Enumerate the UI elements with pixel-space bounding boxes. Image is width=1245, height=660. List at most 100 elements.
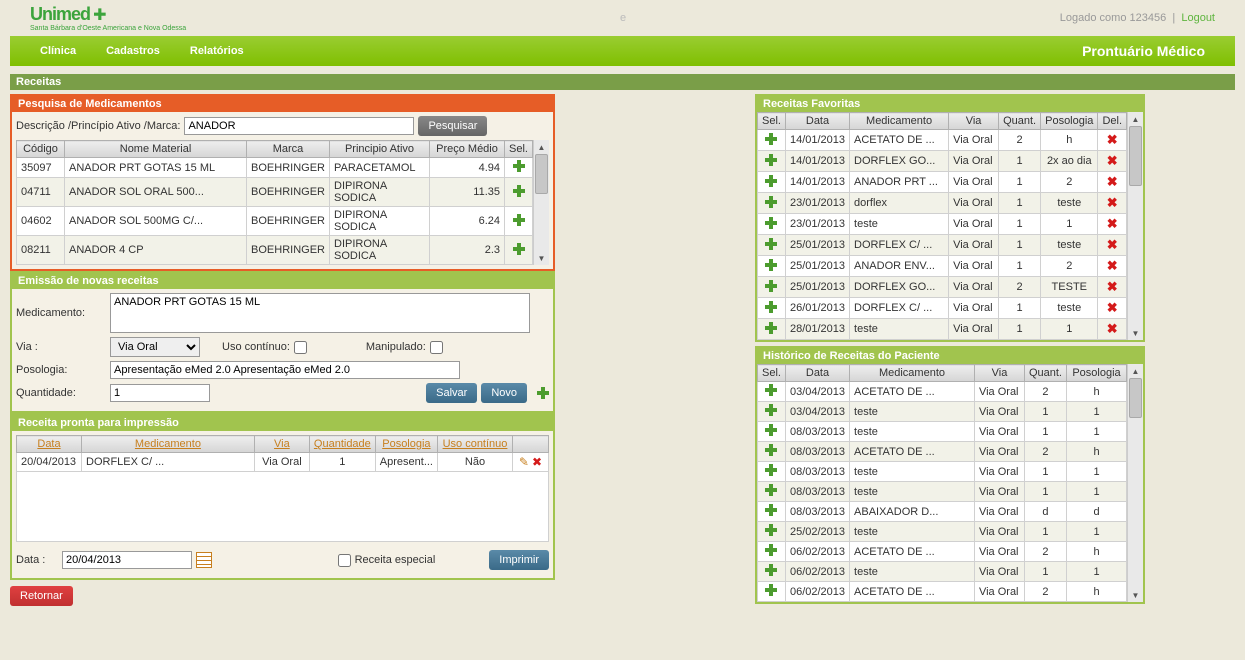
salvar-button[interactable]: Salvar bbox=[426, 383, 477, 403]
plus-icon[interactable] bbox=[765, 544, 777, 556]
delete-icon[interactable]: ✖ bbox=[1107, 195, 1118, 210]
plus-icon[interactable] bbox=[765, 444, 777, 456]
fav-col-data[interactable]: Data bbox=[785, 113, 849, 130]
col-nome[interactable]: Nome Material bbox=[65, 141, 247, 158]
fav-col-qtd[interactable]: Quant. bbox=[999, 113, 1041, 130]
table-row[interactable]: 08/03/2013testeVia Oral11 bbox=[758, 482, 1127, 502]
imprimir-button[interactable]: Imprimir bbox=[489, 550, 549, 570]
table-row[interactable]: 14/01/2013ANADOR PRT ...Via Oral12✖ bbox=[758, 172, 1127, 193]
table-row[interactable]: 06/02/2013ACETATO DE ...Via Oral2h bbox=[758, 542, 1127, 562]
plus-icon[interactable] bbox=[765, 424, 777, 436]
med-textarea[interactable]: ANADOR PRT GOTAS 15 ML bbox=[110, 293, 530, 333]
fav-col-via[interactable]: Via bbox=[949, 113, 999, 130]
plus-icon[interactable] bbox=[765, 196, 777, 208]
plus-icon[interactable] bbox=[765, 484, 777, 496]
table-row[interactable]: 04711ANADOR SOL ORAL 500...BOEHRINGERDIP… bbox=[17, 178, 533, 207]
hist-col-qtd[interactable]: Quant. bbox=[1024, 365, 1066, 382]
table-row[interactable]: 28/01/2013testeVia Oral11✖ bbox=[758, 319, 1127, 340]
plus-icon[interactable] bbox=[765, 280, 777, 292]
table-row[interactable]: 25/01/2013ANADOR ENV...Via Oral12✖ bbox=[758, 256, 1127, 277]
pesquisar-button[interactable]: Pesquisar bbox=[418, 116, 487, 136]
plus-icon[interactable] bbox=[765, 464, 777, 476]
table-row[interactable]: 03/04/2013ACETATO DE ...Via Oral2h bbox=[758, 382, 1127, 402]
table-row[interactable]: 25/01/2013DORFLEX C/ ...Via Oral1teste✖ bbox=[758, 235, 1127, 256]
delete-icon[interactable]: ✖ bbox=[1107, 216, 1118, 231]
fav-col-pos[interactable]: Posologia bbox=[1041, 113, 1098, 130]
table-row[interactable]: 08/03/2013ABAIXADOR D...Via Oraldd bbox=[758, 502, 1127, 522]
hist-col-data[interactable]: Data bbox=[785, 365, 849, 382]
hist-col-pos[interactable]: Posologia bbox=[1067, 365, 1127, 382]
col-med[interactable]: Medicamento bbox=[82, 436, 255, 453]
table-row[interactable]: 08/03/2013testeVia Oral11 bbox=[758, 422, 1127, 442]
plus-icon[interactable] bbox=[513, 214, 525, 226]
especial-checkbox[interactable] bbox=[338, 554, 351, 567]
plus-icon[interactable] bbox=[765, 238, 777, 250]
add-icon[interactable] bbox=[537, 387, 549, 399]
plus-icon[interactable] bbox=[765, 154, 777, 166]
uso-checkbox[interactable] bbox=[294, 341, 307, 354]
table-row[interactable]: 04602ANADOR SOL 500MG C/...BOEHRINGERDIP… bbox=[17, 207, 533, 236]
fav-scrollbar[interactable]: ▲ ▼ bbox=[1127, 112, 1143, 340]
plus-icon[interactable] bbox=[765, 384, 777, 396]
delete-icon[interactable]: ✖ bbox=[1107, 300, 1118, 315]
col-data[interactable]: Data bbox=[17, 436, 82, 453]
fav-col-med[interactable]: Medicamento bbox=[850, 113, 949, 130]
table-row[interactable]: 08211ANADOR 4 CPBOEHRINGERDIPIRONA SODIC… bbox=[17, 236, 533, 265]
plus-icon[interactable] bbox=[765, 322, 777, 334]
data-input[interactable] bbox=[62, 551, 192, 569]
menu-cadastros[interactable]: Cadastros bbox=[106, 45, 160, 57]
logout-link[interactable]: Logout bbox=[1181, 12, 1215, 24]
delete-icon[interactable]: ✖ bbox=[1107, 132, 1118, 147]
plus-icon[interactable] bbox=[513, 243, 525, 255]
plus-icon[interactable] bbox=[765, 404, 777, 416]
search-scrollbar[interactable]: ▲ ▼ bbox=[533, 140, 549, 265]
plus-icon[interactable] bbox=[765, 133, 777, 145]
plus-icon[interactable] bbox=[765, 564, 777, 576]
qtd-input[interactable] bbox=[110, 384, 210, 402]
edit-icon[interactable]: ✎ bbox=[519, 455, 529, 469]
col-pos[interactable]: Posologia bbox=[375, 436, 437, 453]
menu-clinica[interactable]: Clínica bbox=[40, 45, 76, 57]
col-via[interactable]: Via bbox=[254, 436, 309, 453]
delete-icon[interactable]: ✖ bbox=[1107, 258, 1118, 273]
delete-icon[interactable]: ✖ bbox=[1107, 321, 1118, 336]
table-row[interactable]: 26/01/2013DORFLEX C/ ...Via Oral1teste✖ bbox=[758, 298, 1127, 319]
plus-icon[interactable] bbox=[765, 175, 777, 187]
hist-col-med[interactable]: Medicamento bbox=[850, 365, 975, 382]
table-row[interactable]: 23/01/2013dorflexVia Oral1teste✖ bbox=[758, 193, 1127, 214]
delete-icon[interactable]: ✖ bbox=[532, 455, 542, 469]
table-row[interactable]: 23/01/2013testeVia Oral11✖ bbox=[758, 214, 1127, 235]
menu-relatorios[interactable]: Relatórios bbox=[190, 45, 244, 57]
col-codigo[interactable]: Código bbox=[17, 141, 65, 158]
retornar-button[interactable]: Retornar bbox=[10, 586, 73, 606]
table-row[interactable]: 25/01/2013DORFLEX GO...Via Oral2TESTE✖ bbox=[758, 277, 1127, 298]
plus-icon[interactable] bbox=[513, 160, 525, 172]
table-row[interactable]: 14/01/2013ACETATO DE ...Via Oral2h✖ bbox=[758, 130, 1127, 151]
hist-col-via[interactable]: Via bbox=[974, 365, 1024, 382]
calendar-icon[interactable] bbox=[196, 552, 212, 568]
plus-icon[interactable] bbox=[765, 301, 777, 313]
plus-icon[interactable] bbox=[513, 185, 525, 197]
manip-checkbox[interactable] bbox=[430, 341, 443, 354]
table-row[interactable]: 06/02/2013ACETATO DE ...Via Oral2h bbox=[758, 582, 1127, 602]
plus-icon[interactable] bbox=[765, 259, 777, 271]
col-qtd[interactable]: Quantidade bbox=[309, 436, 375, 453]
col-marca[interactable]: Marca bbox=[247, 141, 330, 158]
table-row[interactable]: 08/03/2013testeVia Oral11 bbox=[758, 462, 1127, 482]
table-row[interactable]: 25/02/2013testeVia Oral11 bbox=[758, 522, 1127, 542]
table-row[interactable]: 08/03/2013ACETATO DE ...Via Oral2h bbox=[758, 442, 1127, 462]
table-row[interactable]: 03/04/2013testeVia Oral11 bbox=[758, 402, 1127, 422]
hist-scrollbar[interactable]: ▲ ▼ bbox=[1127, 364, 1143, 602]
table-row[interactable]: 35097ANADOR PRT GOTAS 15 MLBOEHRINGERPAR… bbox=[17, 158, 533, 178]
delete-icon[interactable]: ✖ bbox=[1107, 153, 1118, 168]
delete-icon[interactable]: ✖ bbox=[1107, 237, 1118, 252]
table-row[interactable]: 06/02/2013testeVia Oral11 bbox=[758, 562, 1127, 582]
table-row[interactable]: 14/01/2013DORFLEX GO...Via Oral12x ao di… bbox=[758, 151, 1127, 172]
col-uso[interactable]: Uso contínuo bbox=[438, 436, 513, 453]
plus-icon[interactable] bbox=[765, 524, 777, 536]
col-principio[interactable]: Principio Ativo bbox=[330, 141, 430, 158]
via-select[interactable]: Via Oral bbox=[110, 337, 200, 357]
delete-icon[interactable]: ✖ bbox=[1107, 174, 1118, 189]
plus-icon[interactable] bbox=[765, 584, 777, 596]
search-input[interactable] bbox=[184, 117, 414, 135]
